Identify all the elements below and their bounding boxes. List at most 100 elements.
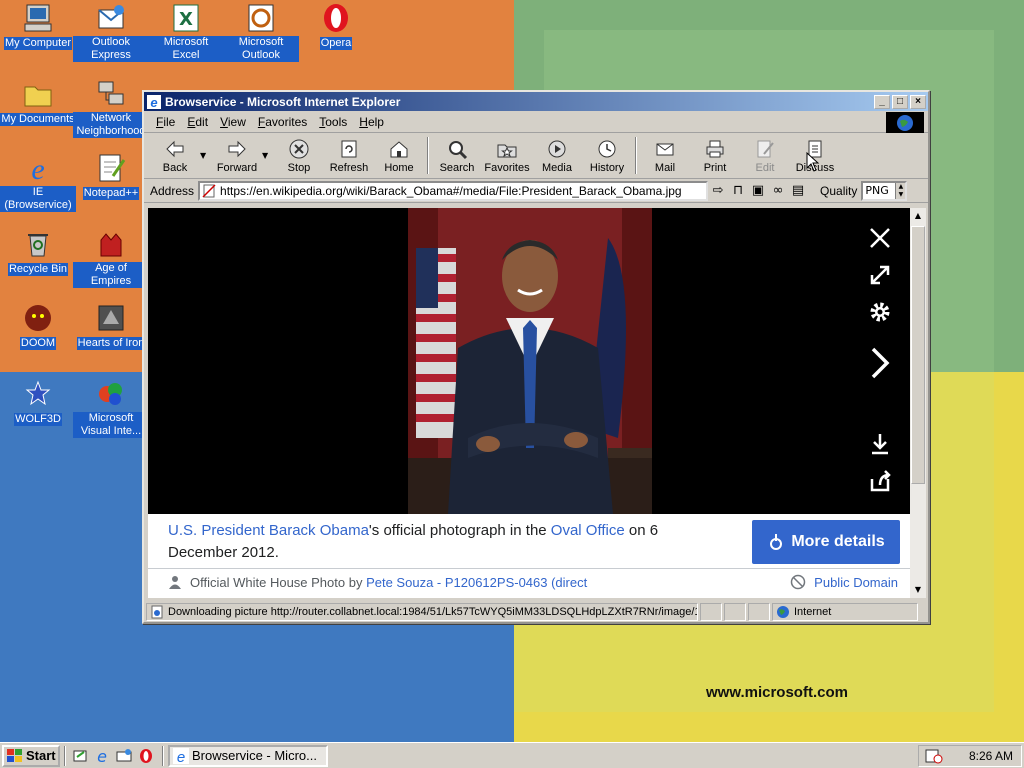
hearts-of-iron-icon	[95, 302, 127, 334]
desktop-icon-doom[interactable]: DOOM	[0, 302, 76, 350]
internet-explorer-icon: e	[173, 747, 189, 764]
fullscreen-expand-icon[interactable]	[866, 261, 894, 289]
download-icon[interactable]	[866, 430, 894, 458]
link-barack-obama[interactable]: U.S. President Barack Obama	[168, 522, 369, 539]
computer-icon	[22, 2, 54, 34]
svg-text:e: e	[177, 749, 185, 764]
vertical-scrollbar[interactable]: ▲ ▼	[910, 208, 926, 598]
desktop-icon-hearts-of-iron[interactable]: Hearts of Iron	[73, 302, 149, 350]
quality-label: Quality	[820, 183, 858, 198]
forward-arrow-icon	[228, 140, 246, 157]
maximize-button[interactable]: □	[892, 94, 908, 109]
desktop-icon-visual-interdev[interactable]: Microsoft Visual Inte...	[73, 378, 149, 438]
media-button[interactable]: Media	[532, 133, 582, 178]
quicklaunch-desktop-icon[interactable]	[70, 746, 90, 766]
quicklaunch-opera-icon[interactable]	[136, 746, 156, 766]
scroll-up-icon[interactable]: ▲	[910, 208, 926, 224]
menu-tools[interactable]: Tools	[313, 113, 353, 131]
quicklaunch-ie-icon[interactable]: e	[92, 746, 112, 766]
bookmark-icon[interactable]: ⊓	[728, 181, 748, 201]
menu-favorites[interactable]: Favorites	[252, 113, 313, 131]
desktop-icon-opera[interactable]: Opera	[298, 2, 374, 50]
scroll-down-icon[interactable]: ▼	[910, 582, 926, 598]
status-pane	[724, 603, 746, 621]
title-bar[interactable]: e Browservice - Microsoft Internet Explo…	[144, 92, 928, 111]
mail-button[interactable]: Mail	[640, 133, 690, 178]
desktop-icon-ie-browservice[interactable]: e IE (Browservice)	[0, 152, 76, 212]
forward-button[interactable]: Forward	[212, 133, 262, 178]
address-label: Address	[150, 183, 195, 198]
back-button[interactable]: Back	[150, 133, 200, 178]
page-icon	[151, 605, 163, 619]
menu-edit[interactable]: Edit	[181, 113, 214, 131]
mouse-cursor-icon	[806, 152, 820, 172]
desktop-icon-recycle-bin[interactable]: Recycle Bin	[0, 228, 76, 276]
desktop-icon-my-computer[interactable]: My Computer	[0, 2, 76, 50]
public-domain-icon	[790, 574, 806, 590]
image-caption: U.S. President Barack Obama's official p…	[168, 522, 659, 561]
doom-icon	[22, 302, 54, 334]
desktop-icon-age-of-empires[interactable]: Age of Empires	[73, 228, 149, 288]
stop-button[interactable]: Stop	[274, 133, 324, 178]
person-icon	[169, 576, 181, 589]
address-bar: Address https://en.wikipedia.org/wiki/Ba…	[144, 179, 928, 203]
go-arrow-icon[interactable]: ⇨	[708, 181, 728, 201]
mail-icon	[656, 143, 674, 155]
start-button[interactable]: Start	[2, 744, 60, 767]
search-button[interactable]: Search	[432, 133, 482, 178]
close-viewer-icon[interactable]	[866, 224, 894, 252]
edit-button[interactable]: Edit	[740, 133, 790, 178]
more-details-button[interactable]: More details	[752, 520, 900, 564]
share-icon[interactable]	[866, 468, 894, 496]
toolbar-separator	[427, 137, 429, 174]
scheduler-icon[interactable]	[925, 748, 943, 764]
link-pete-souza[interactable]: Pete Souza - P120612PS-0463 (direct	[366, 575, 587, 590]
status-bar: Downloading picture http://router.collab…	[146, 602, 926, 622]
menu-help[interactable]: Help	[353, 113, 390, 131]
desktop-icon-notepad-plus-plus[interactable]: Notepad++	[73, 152, 149, 200]
desktop-icon-network-neighborhood[interactable]: Network Neighborhood	[73, 78, 149, 138]
address-input[interactable]: https://en.wikipedia.org/wiki/Barack_Oba…	[198, 180, 709, 201]
print-button[interactable]: Print	[690, 133, 740, 178]
history-button[interactable]: History	[582, 133, 632, 178]
desktop-icon-outlook[interactable]: Microsoft Outlook	[223, 2, 299, 62]
system-tray: 8:26 AM	[918, 744, 1022, 767]
quicklaunch-outlook-icon[interactable]	[114, 746, 134, 766]
link-oval-office[interactable]: Oval Office	[551, 522, 625, 539]
link-public-domain[interactable]: Public Domain	[814, 575, 898, 590]
clock[interactable]: 8:26 AM	[969, 749, 1013, 763]
menu-view[interactable]: View	[214, 113, 252, 131]
refresh-button[interactable]: Refresh	[324, 133, 374, 178]
back-dropdown-icon[interactable]: ▼	[200, 133, 212, 178]
home-button[interactable]: Home	[374, 133, 424, 178]
desktop-icon-outlook-express[interactable]: Outlook Express	[73, 2, 149, 62]
taskbar-button-browservice[interactable]: e Browservice - Micro...	[168, 744, 328, 767]
visual-interdev-icon	[95, 378, 127, 410]
edit-icon	[757, 140, 774, 157]
commons-icon	[770, 534, 783, 550]
desktop-icon-excel[interactable]: X Microsoft Excel	[148, 2, 224, 62]
quality-spinner-icon[interactable]: ▲ ▼	[895, 182, 906, 199]
desktop-icon-my-documents[interactable]: My Documents	[0, 78, 76, 126]
favorites-button[interactable]: Favorites	[482, 133, 532, 178]
quality-select[interactable]: PNG ▲ ▼	[861, 180, 908, 201]
menu-file[interactable]: File	[150, 113, 181, 131]
scroll-thumb[interactable]	[911, 226, 925, 484]
wolf3d-icon	[22, 378, 54, 410]
next-chevron-icon[interactable]	[866, 346, 894, 380]
tab-window-icon[interactable]: ▣	[748, 181, 768, 201]
forward-dropdown-icon[interactable]: ▼	[262, 133, 274, 178]
toolbar-separator	[635, 137, 637, 174]
minimize-button[interactable]: _	[874, 94, 890, 109]
svg-text:e: e	[31, 153, 44, 184]
media-viewer	[148, 208, 910, 514]
image-credit: Official White House Photo by Pete Souza…	[168, 574, 898, 590]
close-button[interactable]: ×	[910, 94, 926, 109]
window-title: Browservice - Microsoft Internet Explore…	[165, 94, 401, 109]
desktop-icon-wolf3d[interactable]: WOLF3D	[0, 378, 76, 426]
clipboard-icon[interactable]: ▤	[788, 181, 808, 201]
status-pane	[748, 603, 770, 621]
opera-icon	[320, 2, 352, 34]
find-binoculars-icon[interactable]: ∞	[768, 181, 788, 201]
gear-icon[interactable]	[866, 298, 894, 326]
